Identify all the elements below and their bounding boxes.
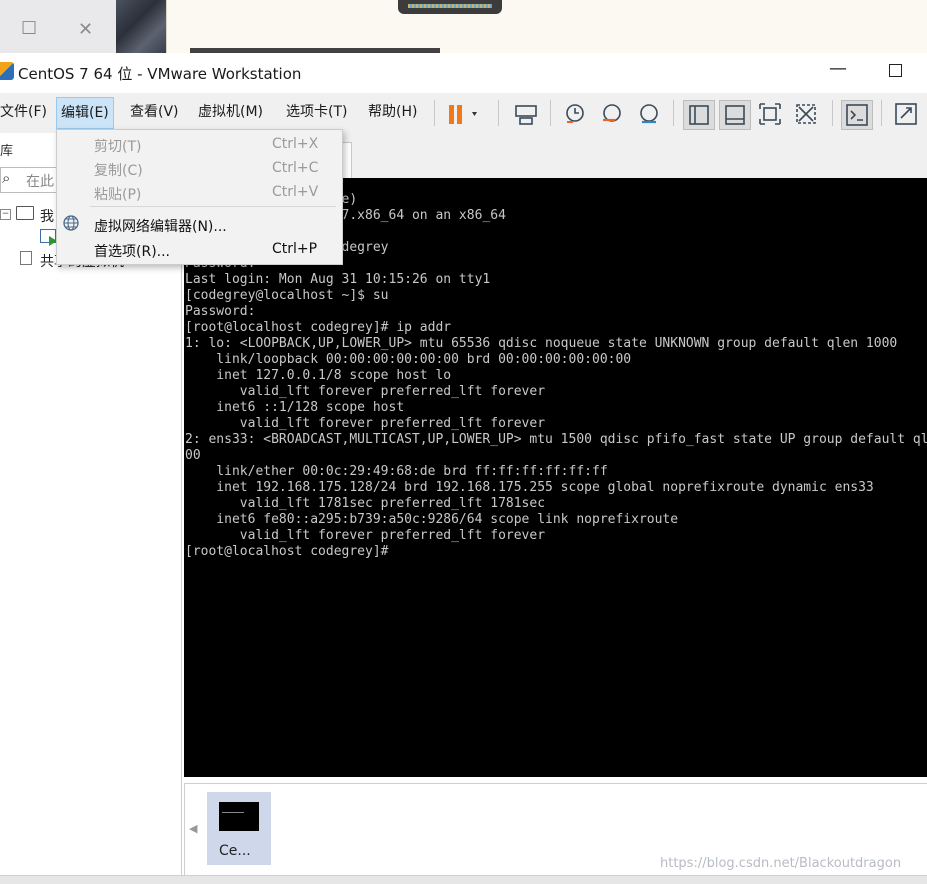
menu-item-virtual-network-editor-label: 虚拟网络编辑器(N)...: [94, 219, 227, 235]
snapshot-icon[interactable]: [560, 100, 590, 128]
toolbar-separator: [832, 100, 833, 126]
menu-item-paste-shortcut: Ctrl+V: [272, 184, 319, 200]
menu-help[interactable]: 帮助(H): [364, 97, 421, 127]
menu-file[interactable]: 文件(F): [0, 97, 51, 127]
toolbar-separator: [673, 100, 674, 126]
pause-icon[interactable]: [443, 100, 483, 128]
minimize-button[interactable]: —: [829, 58, 847, 79]
search-icon: ⌕: [2, 169, 11, 187]
scroll-left-icon[interactable]: ◀: [189, 822, 197, 835]
vm-thumbnail-label: Ce...: [219, 843, 251, 859]
stretch-icon[interactable]: [891, 100, 921, 128]
vm-thumbnail-text: [222, 812, 244, 813]
background-document: [166, 0, 927, 53]
menu-item-preferences-shortcut: Ctrl+P: [272, 241, 318, 257]
menu-view[interactable]: 查看(V): [126, 97, 183, 127]
background-widget-meter: [408, 4, 492, 8]
menu-item-paste-label: 粘贴(P): [94, 187, 142, 203]
menu-item-copy-shortcut: Ctrl+C: [272, 160, 319, 176]
library-view-icon[interactable]: [683, 100, 715, 130]
tree-item-my-computer[interactable]: 我: [40, 206, 54, 226]
menu-item-cut-label: 剪切(T): [94, 139, 142, 155]
toolbar-separator: [498, 100, 499, 126]
vmware-app-icon: [0, 62, 14, 80]
thumbnail-view-icon[interactable]: [719, 100, 751, 130]
vm-thumbnail-screen: [219, 802, 259, 831]
unity-icon[interactable]: [791, 100, 821, 128]
console-view-icon[interactable]: [841, 100, 873, 130]
menu-separator: [90, 206, 336, 207]
fullscreen-icon[interactable]: [755, 100, 785, 128]
menu-vm[interactable]: 虚拟机(M): [194, 97, 267, 127]
menu-item-preferences-label: 首选项(R)...: [94, 244, 171, 260]
search-input[interactable]: 在此: [26, 171, 54, 191]
background-window: [0, 0, 116, 53]
snapshot-manager-icon[interactable]: [634, 100, 664, 128]
library-header: 库: [0, 144, 14, 159]
globe-icon: [62, 214, 80, 236]
toolbar-separator: [881, 100, 882, 126]
maximize-button[interactable]: [889, 64, 902, 77]
menu-tabs[interactable]: 选项卡(T): [282, 97, 351, 127]
background-image: [116, 0, 166, 53]
send-keys-icon[interactable]: [511, 100, 541, 128]
menu-item-copy-label: 复制(C): [94, 163, 143, 179]
vm-console[interactable]: e) el7.x86_64 on an x86_64 degrey Passwo…: [184, 178, 927, 777]
watermark: https://blog.csdn.net/Blackoutdragon: [660, 856, 902, 871]
bg-restore-icon: ☐: [21, 18, 38, 39]
toolbar-separator: [550, 100, 551, 126]
menu-item-cut-shortcut: Ctrl+X: [272, 136, 319, 152]
revert-snapshot-icon[interactable]: [597, 100, 627, 128]
menu-edit[interactable]: 编辑(E): [56, 97, 114, 129]
toolbar-separator: [434, 100, 435, 126]
bg-close-icon: ✕: [78, 19, 94, 40]
shared-vms-icon: [20, 251, 32, 265]
window-title: CentOS 7 64 位 - VMware Workstation: [18, 65, 302, 83]
computer-icon: [16, 206, 34, 220]
tree-collapse-toggle[interactable]: −: [0, 209, 11, 220]
